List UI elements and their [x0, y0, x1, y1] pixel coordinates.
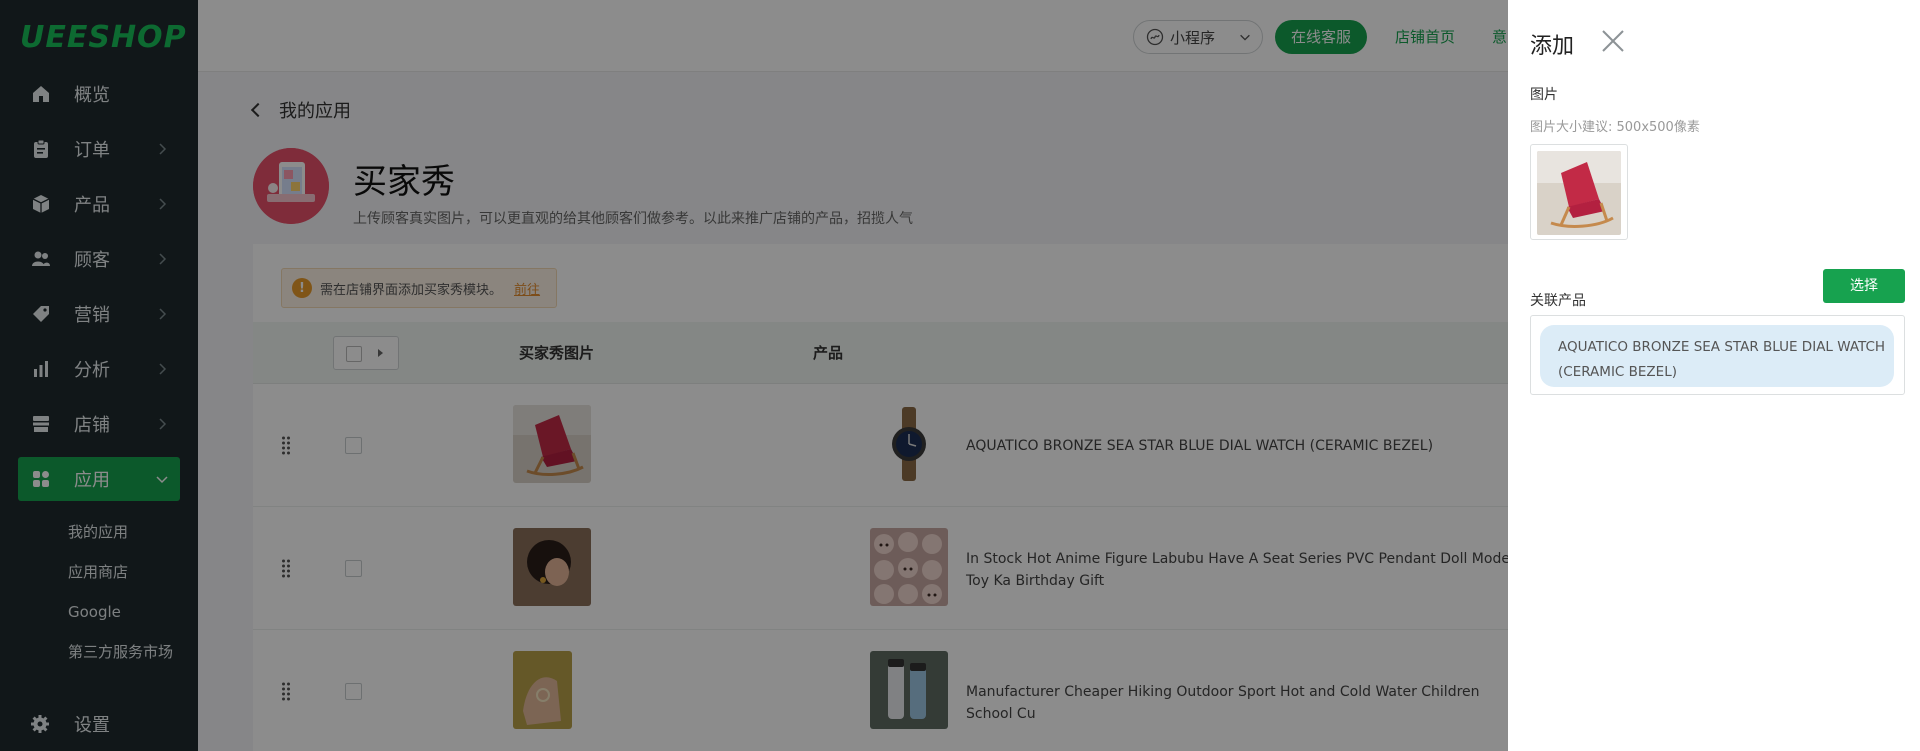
selected-product-tag[interactable]: AQUATICO BRONZE SEA STAR BLUE DIAL WATCH… [1540, 325, 1894, 387]
uploaded-image [1537, 151, 1621, 235]
add-drawer: 添加 图片 图片大小建议: 500x500像素 关联产品 选择 AQUATICO… [1508, 0, 1920, 751]
image-upload-box[interactable] [1530, 144, 1628, 240]
image-label: 图片 [1530, 87, 1558, 103]
close-icon[interactable] [1600, 28, 1626, 54]
drawer-title: 添加 [1530, 34, 1575, 59]
related-product-label: 关联产品 [1530, 293, 1586, 309]
modal-overlay[interactable] [0, 0, 1508, 751]
image-size-hint: 图片大小建议: 500x500像素 [1530, 120, 1700, 135]
related-product-box: AQUATICO BRONZE SEA STAR BLUE DIAL WATCH… [1530, 315, 1905, 395]
select-button[interactable]: 选择 [1823, 269, 1905, 303]
